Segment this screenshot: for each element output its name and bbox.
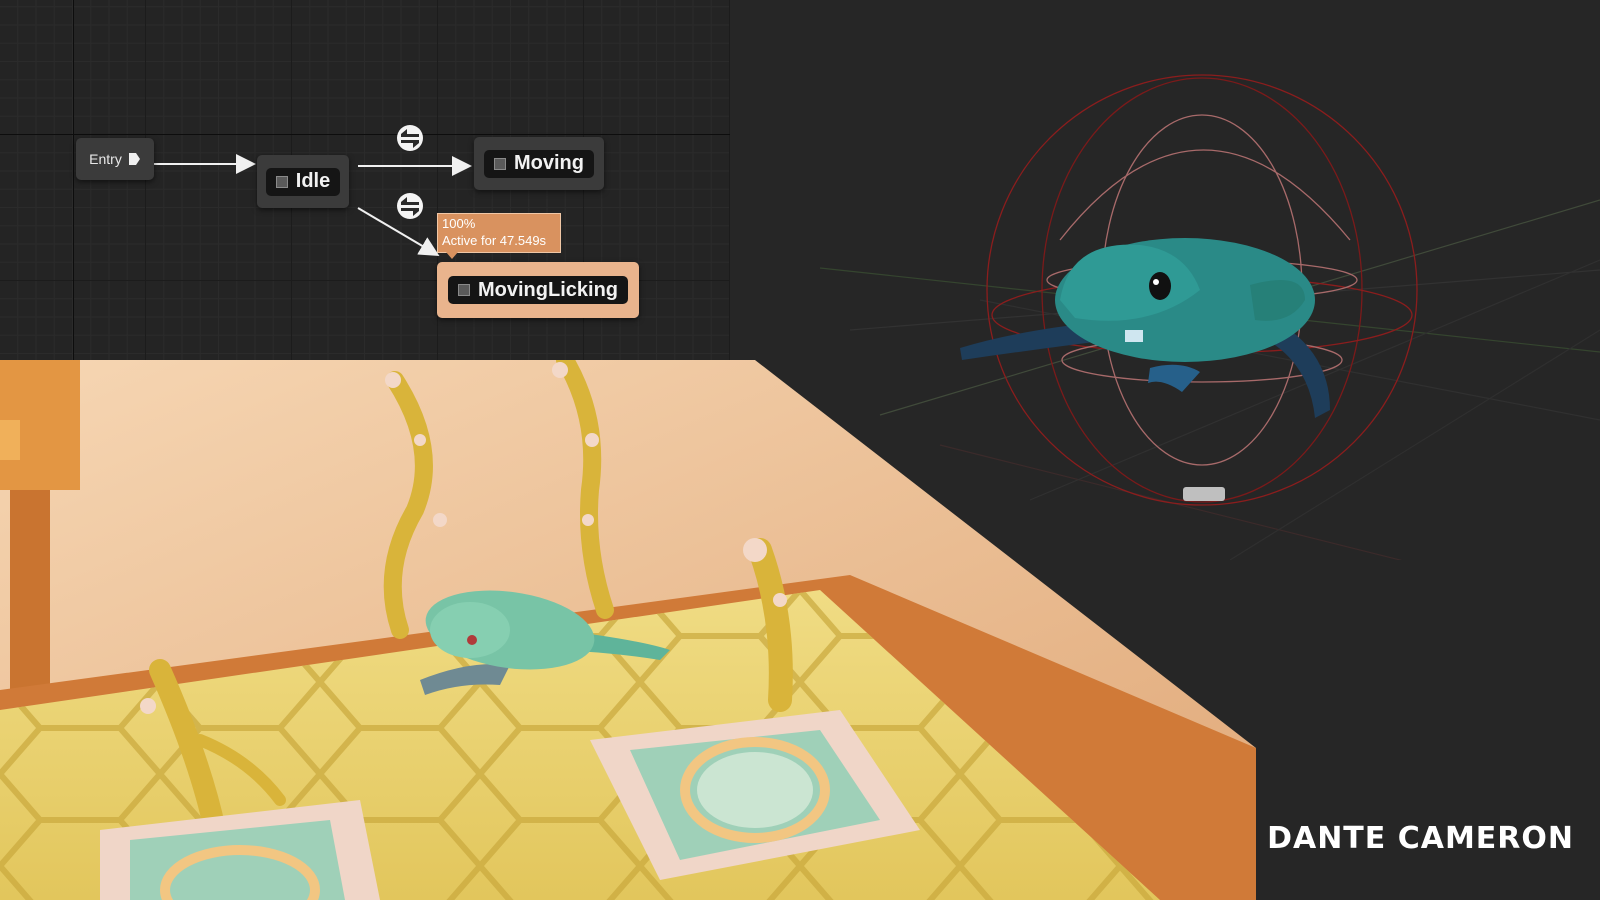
state-square-icon [458,284,470,296]
state-machine-graph[interactable]: Entry Idle Moving 100% Active for 47.549… [0,0,730,362]
game-scene-view[interactable] [0,360,1256,900]
tooltip-weight: 100% [442,216,476,231]
state-square-icon [494,157,506,170]
tooltip-active-time: Active for 47.549s [442,233,547,248]
moving-licking-state-label: MovingLicking [478,278,618,301]
moving-state-node[interactable]: Moving [474,137,604,190]
entry-node[interactable]: Entry [76,138,154,180]
author-credit: DANTE CAMERON [1267,821,1574,856]
idle-state-node[interactable]: Idle [257,155,349,208]
moving-licking-state-node[interactable]: MovingLicking [437,262,639,318]
idle-state-label: Idle [295,170,331,192]
transition-rule-icon [397,125,423,151]
state-square-icon [275,175,288,188]
transition-rule-icon [397,193,423,219]
entry-arrow-icon [128,153,140,165]
moving-state-label: Moving [514,152,584,174]
wire-idle-to-moving-licking [357,207,440,257]
active-state-tooltip: 100% Active for 47.549s [437,213,561,259]
entry-node-label: Entry [89,151,122,167]
